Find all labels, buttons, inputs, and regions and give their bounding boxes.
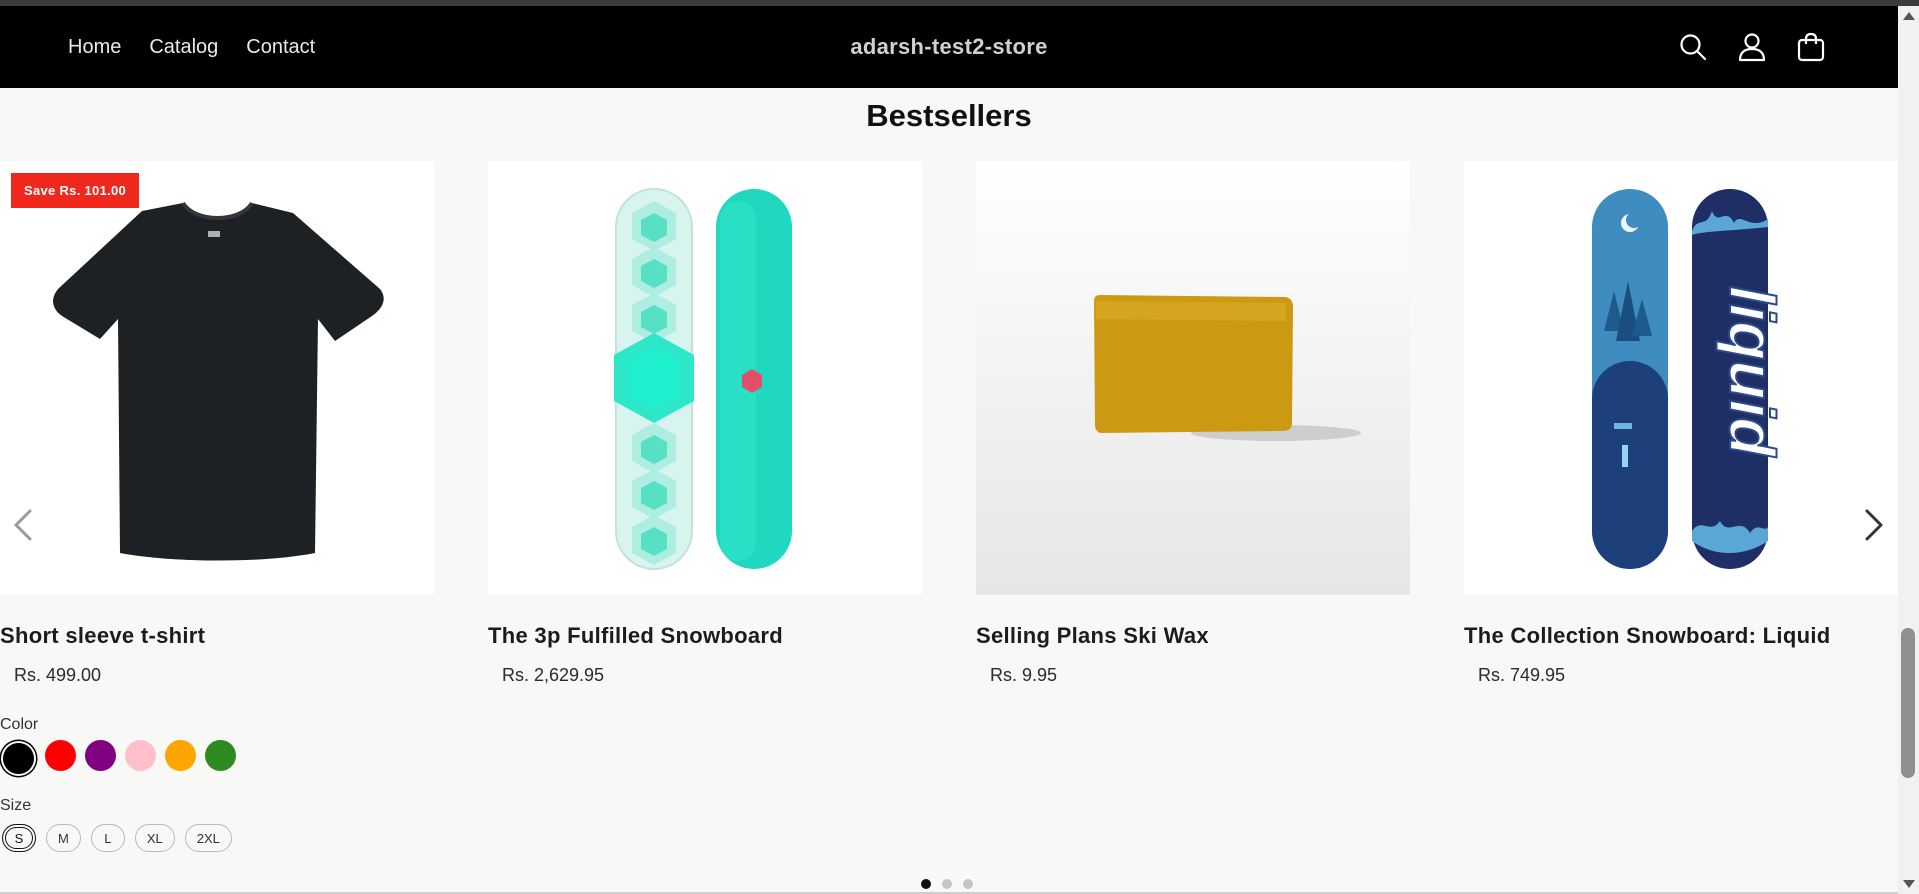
product-price: Rs. 9.95 [990,665,1058,685]
product-card[interactable]: The 3p Fulfilled Snowboard Rs. 2,629.95 [488,161,922,685]
swatch-black[interactable] [3,743,34,774]
carousel-next-button[interactable] [1861,505,1887,545]
product-image-tshirt[interactable]: Save Rs. 101.00 [0,161,434,595]
swatch-purple[interactable] [85,740,116,771]
pagination-dot-1[interactable] [921,879,931,889]
product-card[interactable]: Save Rs. 101.00 Short sleeve t-shirt Rs.… [0,161,434,685]
pagination-dot-2[interactable] [942,879,952,889]
search-icon[interactable] [1677,31,1709,63]
size-options: S M L XL 2XL [0,824,232,852]
product-card[interactable]: Selling Plans Ski Wax Rs. 9.95 [976,161,1410,685]
sale-badge: Save Rs. 101.00 [11,173,140,208]
nav-link-contact[interactable]: Contact [246,36,315,59]
size-option-2xl[interactable]: 2XL [184,824,232,852]
product-title[interactable]: Short sleeve t-shirt [0,623,205,649]
page-scrollbar[interactable] [1898,6,1919,894]
chevron-right-icon [1865,509,1883,541]
product-image-ski-wax[interactable] [976,161,1410,595]
carousel-pagination [921,879,973,889]
product-image-liquid-snowboard[interactable]: liquid [1464,161,1898,595]
main-nav: Home Catalog Contact [68,6,315,88]
swatch-orange[interactable] [165,740,196,771]
carousel-prev-button[interactable] [10,505,36,545]
nav-link-home[interactable]: Home [68,36,121,59]
size-option-s[interactable]: S [2,824,36,852]
scroll-down-arrow-icon[interactable] [1903,880,1915,888]
swatch-pink[interactable] [125,740,156,771]
cart-icon[interactable] [1795,31,1827,63]
section-title: Bestsellers [866,98,1032,133]
color-swatches [0,740,236,774]
size-label: Size [0,797,32,814]
scrollbar-thumb[interactable] [1901,628,1915,778]
color-label: Color [0,716,39,733]
svg-text:liquid: liquid [1716,286,1788,459]
product-price: Rs. 749.95 [1478,665,1566,685]
size-option-l[interactable]: L [90,824,125,852]
product-image-teal-snowboard[interactable] [488,161,922,595]
swatch-red[interactable] [45,740,76,771]
swatch-green[interactable] [205,740,236,771]
chevron-left-icon [14,509,32,541]
product-price: Rs. 499.00 [14,665,102,685]
product-title[interactable]: The 3p Fulfilled Snowboard [488,623,783,649]
size-option-m[interactable]: M [46,824,81,852]
pagination-dot-3[interactable] [963,879,973,889]
nav-link-catalog[interactable]: Catalog [149,36,218,59]
header-icons [1677,6,1827,88]
product-price: Rs. 2,629.95 [502,665,605,685]
size-option-xl[interactable]: XL [134,824,175,852]
product-title[interactable]: Selling Plans Ski Wax [976,623,1209,649]
product-card[interactable]: liquid The Collection Snowboard: Liquid … [1464,161,1898,685]
account-icon[interactable] [1736,31,1768,63]
product-title[interactable]: The Collection Snowboard: Liquid [1464,623,1830,649]
site-header: Home Catalog Contact adarsh-test2-store [0,6,1898,88]
scroll-up-arrow-icon[interactable] [1903,12,1915,20]
